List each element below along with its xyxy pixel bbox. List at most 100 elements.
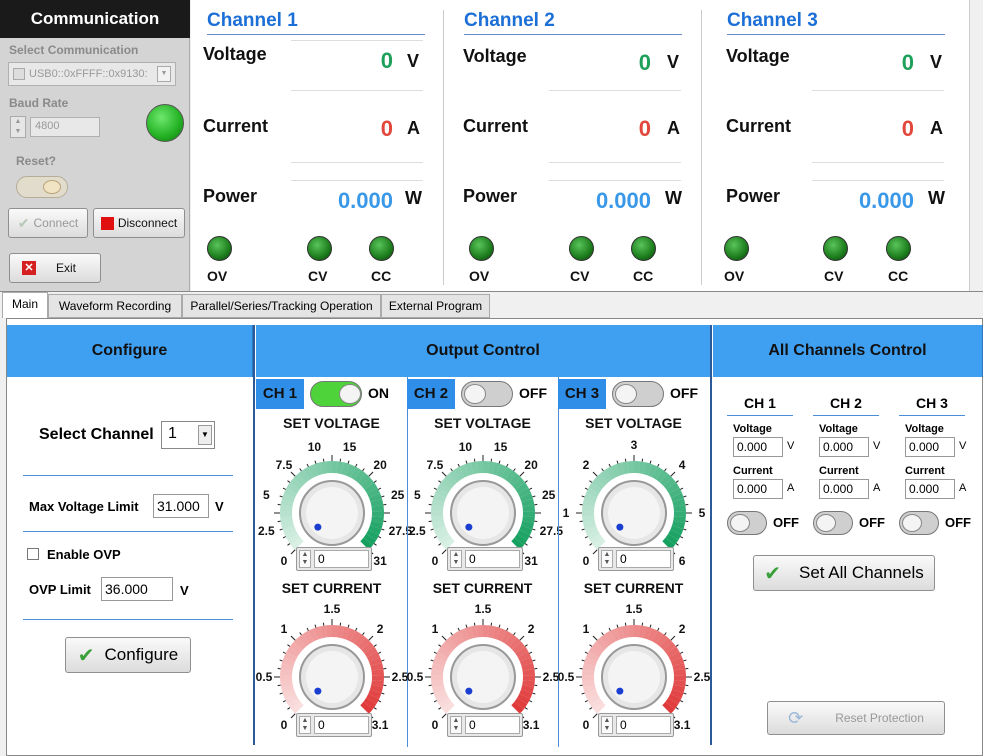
all-current-field[interactable]: 0.000	[819, 479, 869, 499]
power-unit: W	[928, 188, 945, 208]
ov-label: OV	[207, 268, 228, 284]
current-input[interactable]: ▲ ▼ 0	[447, 713, 523, 737]
knob-tick-label: 2	[527, 621, 535, 636]
spin-value[interactable]: 0	[314, 550, 369, 568]
stepper-arrows-icon[interactable]: ▲ ▼	[601, 716, 613, 734]
baud-rate-label: Baud Rate	[9, 96, 69, 110]
channel-divider	[701, 10, 702, 285]
ovp-limit-field[interactable]: 36.000	[101, 577, 173, 601]
enable-ovp-checkbox[interactable]	[27, 548, 39, 560]
reset-protection-button[interactable]: ⟳ Reset Protection	[767, 701, 945, 735]
chevron-down-icon[interactable]: ▼	[198, 425, 212, 445]
channels-readout-panel: Channel 1 Voltage 0 V Current 0 A Power …	[191, 0, 969, 292]
all-channel-toggle[interactable]	[727, 511, 767, 535]
chevron-down-icon[interactable]: ▼	[157, 66, 171, 82]
set-all-channels-button[interactable]: ✔ Set All Channels	[753, 555, 935, 591]
disconnect-button[interactable]: Disconnect	[93, 208, 185, 238]
spin-value[interactable]: 0	[465, 550, 520, 568]
channel-2-readout: Channel 2 Voltage 0 V Current 0 A Power …	[449, 0, 699, 290]
select-channel-dropdown[interactable]: 1 ▼	[161, 421, 215, 449]
tab-main[interactable]: Main	[2, 292, 48, 318]
current-input[interactable]: ▲ ▼ 0	[296, 713, 372, 737]
spin-value[interactable]: 0	[616, 716, 671, 734]
stepper-arrows-icon[interactable]: ▲ ▼	[450, 716, 462, 734]
select-channel-label: Select Channel	[39, 426, 154, 443]
tab-waveform-recording[interactable]: Waveform Recording	[48, 294, 182, 318]
baud-rate-field[interactable]: 4800	[30, 117, 100, 137]
communication-select[interactable]: USB0::0xFFFF::0x9130: ▼	[8, 62, 176, 86]
exit-button[interactable]: ✕ Exit	[9, 253, 101, 283]
cc-label: CC	[888, 268, 909, 284]
voltage-value: 0	[380, 48, 393, 73]
stop-icon	[100, 216, 114, 230]
checkmark-icon: ✔	[764, 562, 781, 585]
all-current-unit: A	[873, 482, 881, 494]
tab-external-program[interactable]: External Program	[381, 294, 490, 318]
all-voltage-field[interactable]: 0.000	[733, 437, 783, 457]
all-current-field[interactable]: 0.000	[905, 479, 955, 499]
all-channel-toggle[interactable]	[899, 511, 939, 535]
connect-label: Connect	[33, 216, 79, 230]
vertical-scrollbar[interactable]	[969, 0, 983, 292]
knob-tick-label: 0.5	[406, 670, 424, 684]
cv-led	[823, 236, 848, 261]
current-input[interactable]: ▲ ▼ 0	[598, 713, 674, 737]
power-unit: W	[405, 188, 422, 208]
voltage-input[interactable]: ▲ ▼ 0	[296, 547, 372, 571]
all-voltage-unit: V	[787, 440, 795, 452]
output-control-area: CH 1 ON SET VOLTAGE SET CURRENT 0 2.5 5 7.5…	[256, 377, 710, 747]
all-voltage-field[interactable]: 0.000	[819, 437, 869, 457]
cv-label: CV	[824, 268, 844, 284]
all-current-field[interactable]: 0.000	[733, 479, 783, 499]
stepper-arrows-icon[interactable]: ▲ ▼	[450, 550, 462, 568]
spin-value[interactable]: 0	[465, 716, 520, 734]
ovp-limit-unit: V	[180, 583, 189, 598]
all-current-label: Current	[819, 465, 859, 477]
all-channel-toggle[interactable]	[813, 511, 853, 535]
channel-title-rule	[207, 34, 425, 35]
knob-tick-label: 2.5	[408, 523, 426, 538]
all-voltage-label: Voltage	[819, 423, 858, 435]
all-current-label: Current	[733, 465, 773, 477]
output-toggle[interactable]	[612, 381, 664, 407]
close-icon: ✕	[22, 261, 36, 275]
ov-led	[207, 236, 232, 261]
output-toggle[interactable]	[310, 381, 362, 407]
knob-tick-label: 27.5	[539, 523, 564, 538]
voltage-input[interactable]: ▲ ▼ 0	[598, 547, 674, 571]
tab-parallel-series-tracking[interactable]: Parallel/Series/Tracking Operation	[182, 294, 381, 318]
main-tab-panel: Configure Output Control All Channels Co…	[6, 318, 983, 756]
divider	[812, 180, 944, 181]
current-label: Current	[463, 116, 529, 136]
knob-tick-label: 1	[562, 506, 570, 520]
all-voltage-unit: V	[873, 440, 881, 452]
knob-tick-label: 0	[280, 718, 288, 733]
spin-value[interactable]: 0	[314, 716, 369, 734]
stepper-arrows-icon[interactable]: ▲ ▼	[601, 550, 613, 568]
configure-header: Configure	[7, 325, 253, 377]
knob-tick-label: 5	[413, 488, 421, 503]
configure-button[interactable]: ✔ Configure	[65, 637, 191, 673]
knob-tick-label: 3.1	[673, 718, 691, 733]
stepper-arrows-icon[interactable]: ▲ ▼	[299, 716, 311, 734]
baud-rate-stepper[interactable]: ▲ ▼	[10, 116, 26, 138]
stepper-arrows-icon[interactable]: ▲ ▼	[299, 550, 311, 568]
spin-value[interactable]: 0	[616, 550, 671, 568]
connect-button[interactable]: ✔ Connect	[8, 208, 88, 238]
voltage-input[interactable]: ▲ ▼ 0	[447, 547, 523, 571]
current-unit: A	[407, 118, 420, 138]
all-voltage-field[interactable]: 0.000	[905, 437, 955, 457]
ov-led	[724, 236, 749, 261]
divider	[549, 180, 681, 181]
current-value: 0	[380, 116, 393, 141]
knob-tick-label: 0.5	[255, 670, 273, 684]
set-voltage-label: SET VOLTAGE	[585, 415, 682, 431]
cc-label: CC	[371, 268, 392, 284]
max-voltage-field[interactable]: 31.000	[153, 494, 209, 518]
output-toggle[interactable]	[461, 381, 513, 407]
knob-tick-label: 10	[458, 440, 473, 455]
reset-toggle[interactable]	[16, 176, 68, 198]
knob-tick-label: 31	[373, 554, 387, 569]
divider	[23, 475, 233, 476]
power-label: Power	[726, 186, 781, 206]
